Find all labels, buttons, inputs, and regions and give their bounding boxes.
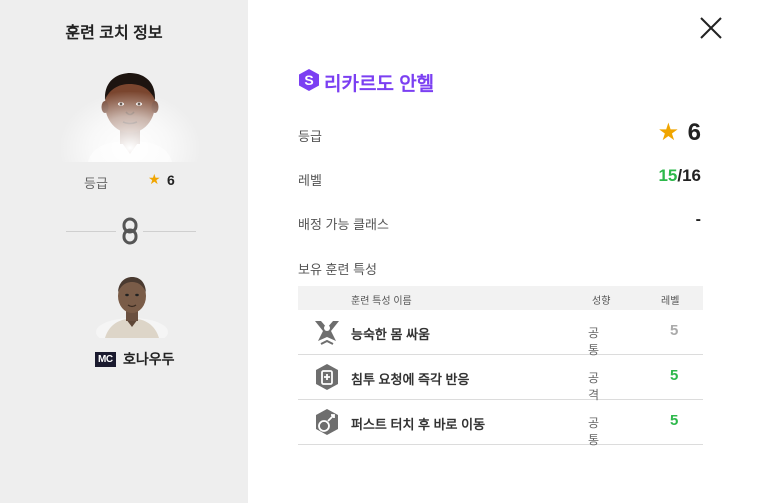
- coach-grade-row: 등급 ★ 6: [84, 171, 194, 191]
- sidebar-title: 훈련 코치 정보: [65, 25, 163, 42]
- header-trait: 성향: [592, 296, 611, 307]
- grade-number: 6: [687, 119, 701, 146]
- grade-value-right: ★ 6: [658, 118, 701, 147]
- player-name: 호나우두: [123, 351, 175, 367]
- link-icon: [120, 217, 140, 250]
- level-max: /16: [677, 166, 701, 185]
- position-badge: MC: [95, 351, 116, 367]
- trait-type-text: 공격: [588, 371, 600, 402]
- level-label: 레벨: [298, 173, 322, 188]
- trait-name: 퍼스트 터치 후 바로 이동: [351, 417, 486, 432]
- close-icon: [700, 17, 722, 39]
- level-current: 15: [658, 166, 678, 185]
- table-row[interactable]: 침투 요청에 즉각 반응 공격 5: [298, 355, 703, 402]
- coach-photo: [60, 62, 200, 162]
- svg-text:S: S: [304, 72, 313, 88]
- trait-name: 능숙한 몸 싸움: [351, 327, 430, 342]
- level-value: 15/16: [658, 166, 701, 186]
- class-value: -: [695, 211, 701, 228]
- divider-left: [66, 231, 116, 232]
- grade-value: 6: [167, 172, 175, 188]
- header-level: 레벨: [661, 296, 680, 307]
- trait-level: 5: [670, 367, 679, 384]
- trait-name: 침투 요청에 즉각 반응: [351, 372, 470, 387]
- star-icon: ★: [148, 171, 161, 187]
- close-button[interactable]: [699, 16, 723, 40]
- table-header: 훈련 특성 이름 성향 레벨: [298, 286, 703, 310]
- player-photo: [95, 270, 170, 338]
- table-row[interactable]: 능숙한 몸 싸움 공통 5: [298, 310, 703, 357]
- star-icon-large: ★: [657, 119, 680, 146]
- header-name: 훈련 특성 이름: [351, 296, 412, 307]
- traits-table: 훈련 특성 이름 성향 레벨 능숙한 몸 싸움 공통 5 침투 요청에 즉각 반…: [298, 286, 703, 447]
- trait-type-text: 공통: [588, 326, 600, 357]
- muscle-trait-icon: [315, 321, 339, 345]
- ball-touch-trait-icon: [316, 409, 338, 435]
- coach-info-sidebar: 훈련 코치 정보 등급 ★ 6 MC 호나우두: [0, 0, 248, 503]
- player-info: MC 호나우두: [95, 349, 175, 369]
- trait-level: 5: [670, 412, 679, 429]
- coach-name: 리카르도 안헬: [324, 74, 435, 95]
- divider-right: [143, 231, 196, 232]
- table-row[interactable]: 퍼스트 터치 후 바로 이동 공통 5: [298, 400, 703, 447]
- traits-label: 보유 훈련 특성: [298, 262, 377, 277]
- class-label: 배정 가능 클래스: [298, 217, 389, 232]
- trait-type-text: 공통: [588, 416, 600, 447]
- whistle-trait-icon: [316, 364, 338, 390]
- coach-grade-badge-icon: S: [299, 69, 319, 91]
- trait-level: 5: [670, 322, 679, 339]
- grade-label-right: 등급: [298, 129, 322, 144]
- grade-label: 등급: [84, 176, 108, 191]
